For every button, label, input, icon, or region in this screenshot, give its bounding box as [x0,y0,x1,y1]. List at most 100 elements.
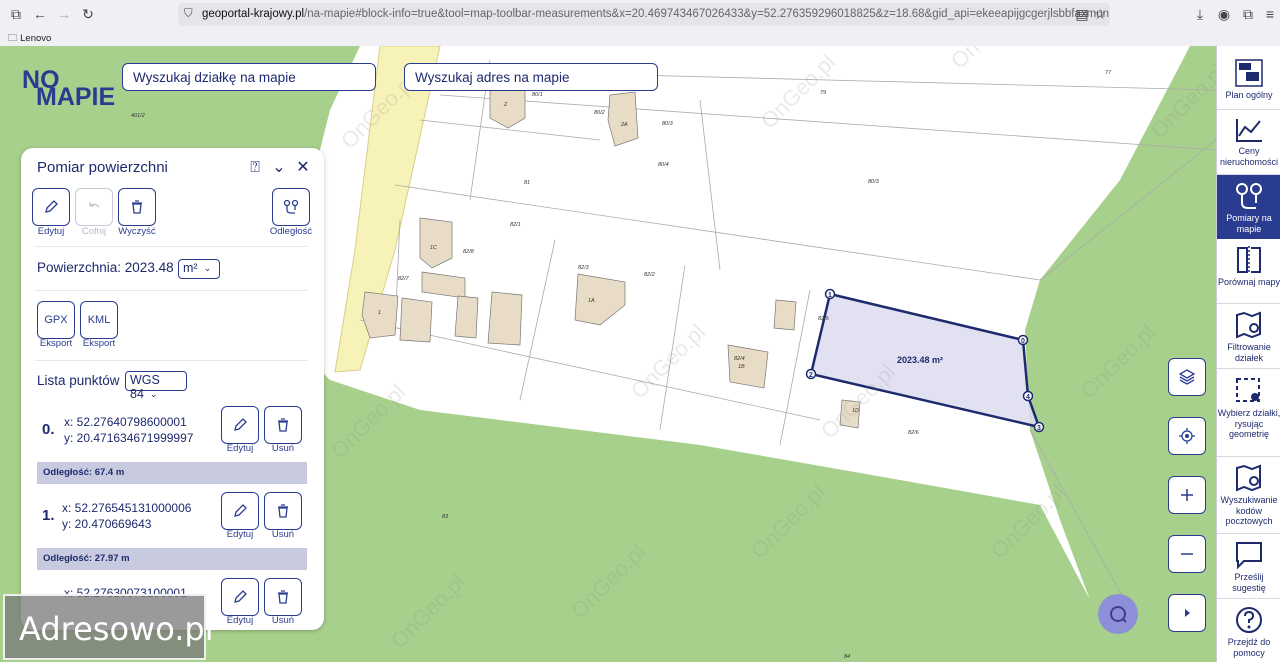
bookmark-label: Lenovo [20,33,52,44]
reader-icon[interactable]: ▤ [1074,6,1090,22]
undo-icon [89,202,100,208]
edit-label: Edytuj [37,226,65,237]
parcel-label: 401/2 [131,113,145,119]
area-value: Powierzchnia: 2023.48 [37,260,174,275]
parcel-label: 82/7 [398,276,410,282]
parcel-label: 1A [588,298,595,304]
close-icon[interactable]: ✕ [294,159,312,177]
undo-button[interactable] [75,188,113,226]
parcel-label: 80/3 [868,179,880,185]
clear-button[interactable] [118,188,156,226]
zoom-out-button[interactable] [1168,535,1206,573]
menu-icon[interactable]: ≡ [1262,6,1278,22]
point-number: 1. [42,507,55,524]
url-domain: geoportal-krajowy.pl [202,8,305,20]
crs-select[interactable]: WGS 84 ⌄ [125,371,187,401]
undo-label: Cofnij [81,226,107,237]
chat-bubble-icon [1236,542,1262,570]
forward-icon[interactable]: → [56,6,72,22]
parcel-label: 2A [620,122,628,128]
download-icon[interactable]: ⤓ [1192,6,1208,22]
kml-export-button[interactable]: KML [80,301,118,339]
trash-icon [132,200,142,214]
divider [35,290,308,291]
route-icon [283,199,299,214]
edit-button[interactable] [32,188,70,226]
sidebar-item-suggestion[interactable]: Prześlij sugestię [1217,540,1280,596]
distance-button[interactable] [272,188,310,226]
point-edit-button[interactable] [221,406,259,444]
point-edit-button[interactable] [221,578,259,616]
app-logo[interactable]: NO MAPIE [22,66,115,124]
divider [35,246,308,247]
point-y: y: 20.471634671999997 [64,431,194,445]
sidebar-item-label: Przejdź do pomocy [1227,637,1271,658]
layers-button[interactable] [1168,358,1206,396]
parcel-label: 2 [503,102,507,108]
address-search-input[interactable]: Wyszukaj adres na mapie [404,63,658,91]
chat-button[interactable] [1098,594,1138,634]
reload-icon[interactable]: ↻ [80,6,96,22]
locate-button[interactable] [1168,417,1206,455]
gpx-export-label: Eksport [39,338,73,349]
sidebar-item-plan[interactable]: Plan ogólny [1217,58,1280,108]
extensions-icon[interactable]: ⧉ [1240,6,1256,22]
point-edit-button[interactable] [221,492,259,530]
parcel-label: 80/3 [662,121,674,127]
point-remove-button[interactable] [264,578,302,616]
sidebar-divider [1217,598,1280,599]
sidebar-item-draw-select[interactable]: Wybierz działki, rysując geometrię [1217,376,1280,454]
point-remove-button[interactable] [264,406,302,444]
gpx-export-button[interactable]: GPX [37,301,75,339]
sidebar-item-prices[interactable]: Ceny nieruchomości [1217,116,1280,172]
star-icon[interactable]: ☆ [1092,6,1108,22]
bookmark-lenovo[interactable]: 🗀 Lenovo [8,31,51,47]
chevron-down-icon: ⌄ [203,263,212,273]
expand-button[interactable] [1168,594,1206,632]
browser-toolbar: ⧉ ← → ↻ ⛉ geoportal-krajowy.pl/na-mapie#… [0,0,1280,28]
panel-title: Pomiar powierzchni [37,159,168,176]
address-bar[interactable]: ⛉ geoportal-krajowy.pl/na-mapie#block-in… [178,3,1110,26]
sidebar-item-postal-codes[interactable]: Wyszukiwanie kodów pocztowych [1217,463,1280,531]
account-icon[interactable]: ◉ [1216,6,1232,22]
bookmarks-bar: 🗀 Lenovo [0,28,1280,46]
divider [35,360,308,361]
back-icon[interactable]: ← [32,6,48,22]
vertex-label: 3 [1037,425,1041,432]
point-edit-label: Edytuj [226,443,254,454]
point-coords: x: 52.276545131000006 y: 20.470669643 [62,500,191,532]
sidebar-item-label: Filtrowanie działek [1227,342,1271,363]
point-number: 0. [42,421,55,438]
point-remove-label: Usuń [271,529,295,540]
parcel-label: 81 [524,180,530,186]
segment-distance: Odległość: 67.4 m [37,462,307,484]
point-remove-label: Usuń [271,615,295,626]
zoom-in-button[interactable] [1168,476,1206,514]
point-remove-button[interactable] [264,492,302,530]
parcel-search-input[interactable]: Wyszukaj działkę na mapie [122,63,376,91]
chat-icon [1110,606,1127,623]
sidebar-item-compare[interactable]: Porównaj mapy [1217,245,1280,301]
point-edit-label: Edytuj [226,529,254,540]
map-search-icon [1236,311,1261,339]
sidebar-item-filter[interactable]: Filtrowanie działek [1217,310,1280,366]
logo-mapie: MAPIE [36,83,116,111]
pencil-icon [234,590,247,603]
sidebar-item-help[interactable]: Przejdź do pomocy [1217,605,1280,661]
tab-icon[interactable]: ⧉ [8,6,24,22]
point-x: x: 52.276545131000006 [62,501,192,515]
unit-value: m² [183,261,198,275]
crosshair-icon [1179,428,1195,444]
sidebar-item-measurements[interactable]: Pomiary na mapie [1217,175,1280,239]
collapse-icon[interactable]: ⌄ [270,159,288,177]
point-edit-label: Edytuj [226,615,254,626]
point-coords: x: 52.27640798600001 y: 20.47163467199999… [64,414,193,446]
point-remove-label: Usuń [271,443,295,454]
unit-select[interactable]: m² ⌄ [178,259,220,279]
help-icon[interactable]: ⍰ [246,159,264,177]
pencil-icon [234,504,247,517]
sidebar-item-label: Wyszukiwanie kodów pocztowych [1220,495,1278,526]
vertex-label: 1 [828,292,832,299]
parcel-label: 82/5 [818,316,830,322]
parcel-label: 82/1 [510,222,521,228]
